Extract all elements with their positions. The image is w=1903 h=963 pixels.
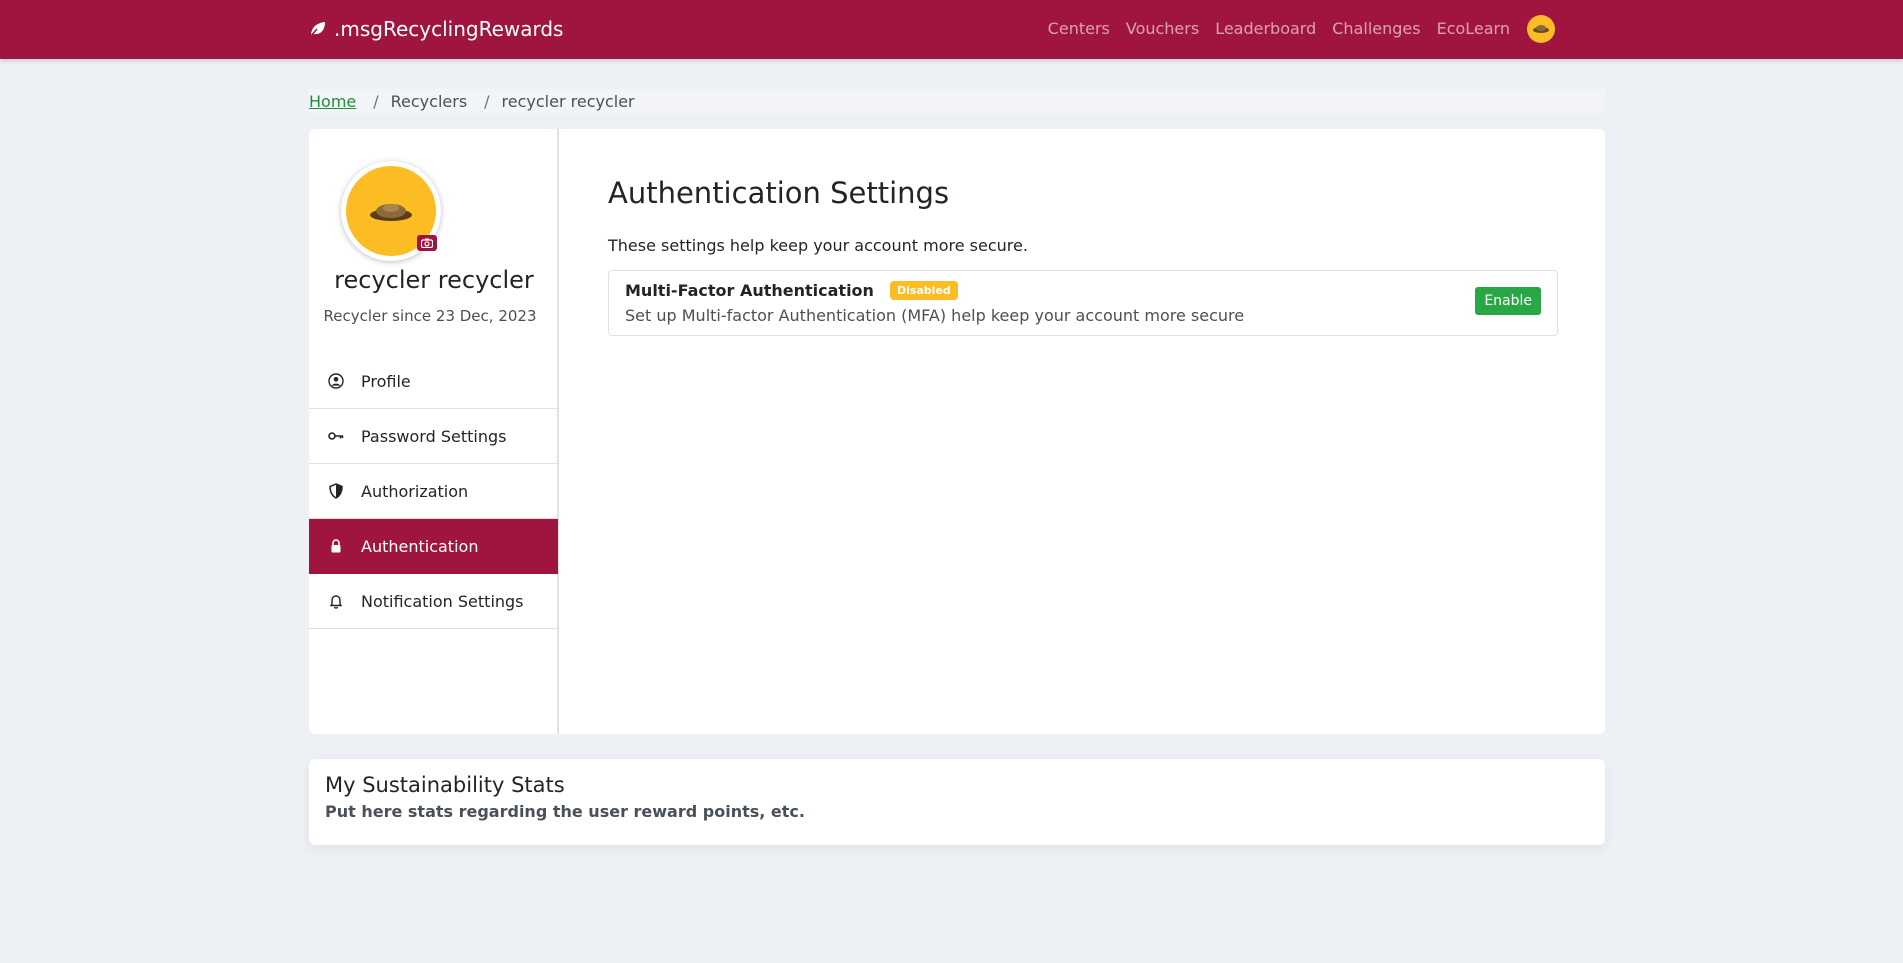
- menu-item-notification-settings[interactable]: Notification Settings: [309, 574, 558, 629]
- top-navbar: .msgRecyclingRewards Centers Vouchers Le…: [0, 0, 1903, 59]
- profile-avatar: [341, 161, 441, 261]
- key-icon: [328, 428, 344, 444]
- bell-icon: [328, 593, 344, 609]
- settings-menu: Profile Password Settings Authorization …: [309, 354, 558, 629]
- user-avatar-menu[interactable]: [1527, 15, 1555, 43]
- settings-sidebar: recycler recycler Recycler since 23 Dec,…: [309, 129, 559, 734]
- stats-title: My Sustainability Stats: [325, 773, 565, 797]
- profile-name: recycler recycler: [334, 266, 534, 294]
- menu-item-label: Password Settings: [361, 426, 507, 446]
- profile-member-since: Recycler since 23 Dec, 2023: [323, 307, 537, 325]
- leaf-icon: [309, 22, 325, 38]
- mfa-description: Set up Multi-factor Authentication (MFA)…: [625, 306, 1245, 325]
- nav-link-challenges[interactable]: Challenges: [1332, 17, 1420, 41]
- brand-label: .msgRecyclingRewards: [334, 17, 564, 41]
- nav-link-centers[interactable]: Centers: [1048, 17, 1110, 41]
- page-description: These settings help keep your account mo…: [608, 236, 1028, 255]
- mfa-setting-row: Multi-Factor Authentication Disabled Set…: [608, 270, 1558, 336]
- lock-icon: [328, 538, 344, 554]
- breadcrumb-separator: /: [484, 91, 490, 111]
- shield-icon: [328, 483, 344, 499]
- user-circle-icon: [328, 373, 344, 389]
- nav-links: Centers Vouchers Leaderboard Challenges …: [1032, 15, 1555, 43]
- menu-item-password-settings[interactable]: Password Settings: [309, 409, 558, 464]
- menu-item-profile[interactable]: Profile: [309, 354, 558, 409]
- breadcrumb-item-recyclers: Recyclers: [390, 91, 468, 111]
- mfa-title: Multi-Factor Authentication: [625, 281, 874, 300]
- breadcrumb-item-current: recycler recycler: [501, 91, 635, 111]
- breadcrumb-separator: /: [373, 91, 379, 111]
- change-photo-button[interactable]: [417, 235, 437, 251]
- sustainability-stats-card: My Sustainability Stats Put here stats r…: [309, 759, 1605, 845]
- menu-item-authorization[interactable]: Authorization: [309, 464, 558, 519]
- menu-item-label: Notification Settings: [361, 591, 524, 611]
- avatar-image-icon: [1533, 25, 1549, 33]
- camera-icon: [421, 238, 433, 248]
- menu-item-label: Profile: [361, 371, 411, 391]
- breadcrumb-home-link[interactable]: Home: [309, 92, 356, 111]
- avatar-image-icon: [370, 204, 412, 221]
- stats-subtitle: Put here stats regarding the user reward…: [325, 802, 805, 821]
- mfa-title-row: Multi-Factor Authentication Disabled: [625, 281, 958, 300]
- breadcrumb: Home / Recyclers / recycler recycler: [309, 89, 1605, 113]
- authentication-settings-panel: Authentication Settings These settings h…: [608, 176, 1558, 336]
- menu-item-label: Authentication: [361, 536, 479, 556]
- menu-item-label: Authorization: [361, 481, 469, 501]
- brand-link[interactable]: .msgRecyclingRewards: [308, 17, 563, 41]
- page-title: Authentication Settings: [608, 176, 950, 210]
- nav-link-leaderboard[interactable]: Leaderboard: [1215, 17, 1316, 41]
- enable-mfa-button[interactable]: Enable: [1475, 287, 1541, 315]
- nav-link-vouchers[interactable]: Vouchers: [1126, 17, 1199, 41]
- menu-item-authentication[interactable]: Authentication: [309, 519, 558, 574]
- settings-card: recycler recycler Recycler since 23 Dec,…: [309, 129, 1605, 734]
- status-badge: Disabled: [889, 281, 958, 300]
- nav-link-ecolearn[interactable]: EcoLearn: [1437, 17, 1510, 41]
